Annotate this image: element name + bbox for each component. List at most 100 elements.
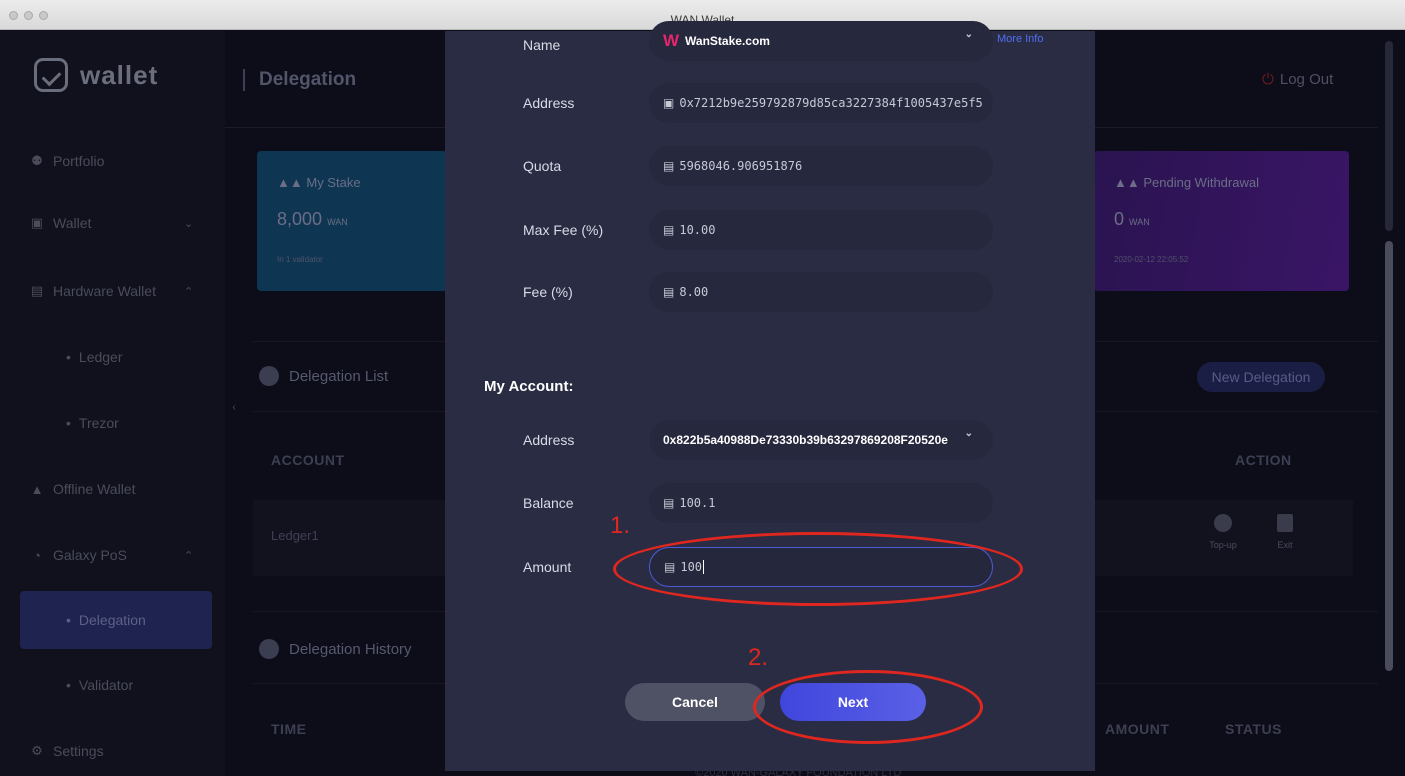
validator-name: WanStake.com (685, 34, 770, 48)
scroll-thumb[interactable] (1385, 241, 1393, 671)
bullet-icon: • (66, 677, 71, 693)
mountain-icon: ▲▲ (277, 175, 303, 190)
max-fee-value: 10.00 (679, 223, 716, 237)
validator-address-value: 0x7212b9e259792879d85ca3227384f1005437e5… (679, 96, 983, 110)
card-value: 0 (1114, 209, 1125, 229)
chevron-down-icon: ⌄ (184, 217, 194, 230)
wallet-icon: ▣ (30, 215, 44, 230)
column-header-status: STATUS (1225, 721, 1282, 737)
clock-icon (259, 639, 279, 659)
account-address-label: Address (523, 432, 575, 448)
account-address-value: 0x822b5a40988De73330b39b63297869208F2052… (663, 433, 948, 447)
card-unit: WAN (1129, 217, 1150, 227)
more-info-link[interactable]: More Info (997, 33, 1043, 45)
chevron-down-icon: ⌄ (964, 428, 973, 439)
my-stake-sub: In 1 validator (277, 255, 323, 264)
pie-icon: ◔ (33, 547, 41, 563)
amount-input[interactable]: ▤ 100 (649, 547, 993, 587)
bullet-icon: • (66, 612, 71, 628)
power-icon: ⏻ (1262, 71, 1274, 88)
app-logo: wallet (34, 53, 158, 97)
card-icon: ▤ (663, 223, 675, 237)
topup-button[interactable]: Top-up (1203, 514, 1243, 550)
sidebar-item-ledger[interactable]: • Ledger (0, 337, 225, 377)
sidebar-item-wallet[interactable]: ▣ Wallet ⌄ (0, 203, 225, 243)
hardware-icon: ▤ (30, 283, 44, 298)
address-icon: ▣ (663, 96, 675, 110)
bullet-icon: • (66, 349, 71, 365)
sidebar-item-trezor[interactable]: • Trezor (0, 403, 225, 443)
text-cursor (703, 560, 705, 574)
sidebar-item-label: Delegation (78, 612, 146, 628)
topup-label: Top-up (1209, 540, 1237, 550)
annotation-number-1: 1. (610, 512, 631, 539)
column-header-action: ACTION (1235, 452, 1292, 468)
gear-icon: ⚙ (31, 743, 43, 758)
section-title: Delegation List (289, 367, 389, 385)
sidebar-item-label: Validator (78, 677, 134, 693)
section-title: Delegation History (289, 640, 412, 658)
bank-icon: ▲ (30, 481, 44, 497)
amount-label: Amount (523, 559, 572, 575)
sidebar-item-offline-wallet[interactable]: ▲ Offline Wallet (0, 469, 225, 509)
column-header-amount: AMOUNT (1105, 721, 1170, 737)
account-address-select[interactable]: 0x822b5a40988De73330b39b63297869208F2052… (649, 420, 993, 460)
delegation-modal: Name W WanStake.com ⌄ More Info Address … (445, 21, 1095, 771)
quota-value: 5968046.906951876 (679, 159, 803, 173)
new-delegation-button[interactable]: New Delegation (1197, 362, 1325, 392)
sidebar-item-label: Trezor (78, 415, 119, 431)
sidebar-item-delegation[interactable]: • Delegation (20, 591, 212, 649)
sidebar-item-validator[interactable]: • Validator (0, 665, 225, 705)
pending-title: ▲▲ Pending Withdrawal (1114, 175, 1259, 190)
card-icon: ▤ (663, 159, 675, 173)
sidebar-item-label: Portfolio (53, 153, 105, 169)
delegation-list-heading: Delegation List (259, 366, 388, 386)
sidebar-item-label: Settings (53, 743, 104, 759)
next-button[interactable]: Next (780, 683, 926, 721)
pending-value: 0 WAN (1114, 209, 1150, 230)
column-header-time: TIME (271, 721, 307, 737)
card-title: Pending Withdrawal (1143, 175, 1259, 190)
card-title: My Stake (306, 175, 361, 190)
sidebar-item-galaxy-pos[interactable]: ◔ Galaxy PoS ⌃ (0, 535, 225, 575)
mountain-icon: ▲▲ (1114, 175, 1140, 190)
my-stake-card: ▲▲ My Stake 8,000 WAN In 1 validator (257, 151, 447, 291)
name-label: Name (523, 37, 561, 53)
card-icon: ▤ (663, 285, 675, 299)
validator-select[interactable]: W WanStake.com ⌄ (649, 21, 993, 61)
max-fee-label: Max Fee (%) (523, 222, 604, 238)
logo-text: wallet (80, 59, 159, 90)
bullet-icon: • (66, 415, 71, 431)
card-value: 8,000 (277, 209, 323, 229)
exit-button[interactable]: Exit (1265, 514, 1305, 550)
logout-button[interactable]: ⏻ Log Out (1262, 71, 1333, 88)
fee-value: 8.00 (679, 285, 709, 299)
fee-label: Fee (%) (523, 284, 573, 300)
validator-address-label: Address (523, 95, 575, 111)
balance-value: 100.1 (679, 496, 716, 510)
collapse-sidebar-icon[interactable]: ‹ (228, 388, 240, 428)
my-stake-value: 8,000 WAN (277, 209, 348, 230)
chevron-up-icon: ⌃ (184, 549, 194, 562)
quota-label: Quota (523, 158, 562, 174)
cancel-button[interactable]: Cancel (625, 683, 765, 721)
sidebar-item-hardware-wallet[interactable]: ▤ Hardware Wallet ⌃ (0, 271, 225, 311)
sidebar-item-portfolio[interactable]: ⚉ Portfolio (0, 141, 225, 181)
chevron-down-icon: ⌄ (964, 29, 973, 40)
exit-icon (1277, 514, 1293, 532)
exit-label: Exit (1277, 540, 1293, 550)
wallet-logo-icon (34, 58, 68, 92)
row-account: Ledger1 (271, 528, 319, 543)
quota-field: ▤ 5968046.906951876 (649, 146, 993, 186)
sidebar-item-settings[interactable]: ⚙ Settings (0, 731, 225, 771)
sidebar-item-label: Wallet (53, 215, 92, 231)
balance-field: ▤ 100.1 (649, 483, 993, 523)
my-stake-title: ▲▲ My Stake (277, 175, 361, 190)
sidebar-item-label: Ledger (78, 349, 123, 365)
scrollbar[interactable] (1378, 31, 1405, 776)
user-icon: ⚉ (31, 153, 43, 168)
chevron-up-icon: ⌃ (184, 285, 194, 298)
pending-withdrawal-card: ▲▲ Pending Withdrawal 0 WAN 2020-02-12 2… (1094, 151, 1349, 291)
sidebar-item-label: Galaxy PoS (53, 547, 127, 563)
pending-sub: 2020-02-12 22:05:52 (1114, 255, 1189, 264)
